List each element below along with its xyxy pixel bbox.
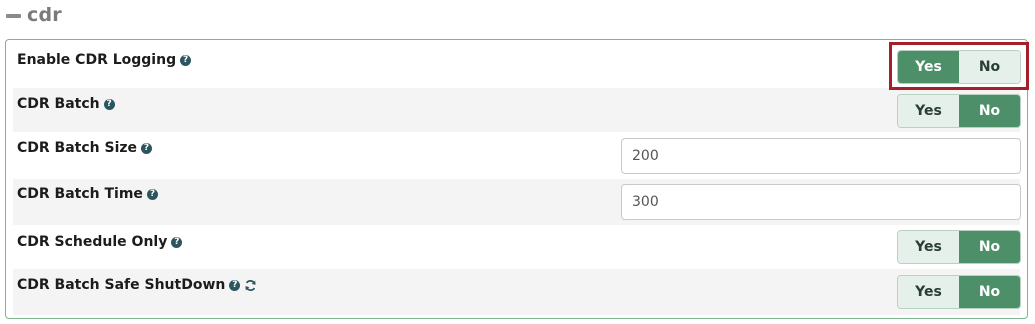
toggle-no-option[interactable]: No: [959, 95, 1020, 127]
toggle-yes-option[interactable]: Yes: [898, 276, 959, 308]
help-icon[interactable]: ?: [180, 54, 192, 66]
setting-row-enable-cdr-logging: Enable CDR Logging ? Yes No: [13, 40, 1021, 86]
help-icon[interactable]: ?: [229, 279, 241, 291]
setting-label-text: CDR Schedule Only: [17, 234, 168, 250]
setting-label-text: CDR Batch Safe ShutDown: [17, 277, 226, 293]
section-title: cdr: [27, 4, 62, 26]
setting-label: CDR Batch Safe ShutDown ?: [17, 277, 257, 293]
section-header[interactable]: cdr: [6, 0, 62, 30]
cdr-schedule-only-toggle[interactable]: Yes No: [897, 230, 1021, 264]
help-icon[interactable]: ?: [141, 142, 153, 154]
setting-label-text: CDR Batch Size: [17, 140, 138, 156]
help-icon[interactable]: ?: [146, 188, 158, 200]
enable-cdr-logging-toggle[interactable]: Yes No: [897, 50, 1021, 84]
cdr-batch-safe-shutdown-toggle[interactable]: Yes No: [897, 275, 1021, 309]
toggle-yes-option[interactable]: Yes: [898, 51, 959, 83]
setting-label-text: Enable CDR Logging: [17, 52, 177, 68]
setting-label-text: CDR Batch: [17, 96, 100, 112]
toggle-yes-option[interactable]: Yes: [898, 95, 959, 127]
help-icon[interactable]: ?: [103, 98, 115, 110]
toggle-no-option[interactable]: No: [959, 231, 1020, 263]
refresh-icon[interactable]: [244, 279, 257, 292]
setting-row-cdr-batch: CDR Batch ? Yes No: [13, 88, 1021, 132]
setting-row-cdr-batch-safe-shutdown: CDR Batch Safe ShutDown ? Yes No: [13, 269, 1021, 315]
setting-label: CDR Batch Size ?: [17, 140, 153, 156]
minus-icon[interactable]: [6, 13, 21, 18]
setting-label: Enable CDR Logging ?: [17, 52, 192, 68]
setting-label: CDR Batch Time ?: [17, 186, 158, 202]
toggle-no-option[interactable]: No: [959, 51, 1020, 83]
setting-label: CDR Batch ?: [17, 96, 115, 112]
setting-row-cdr-batch-time: CDR Batch Time ?: [13, 179, 1021, 225]
setting-row-cdr-schedule-only: CDR Schedule Only ? Yes No: [13, 226, 1021, 268]
cdr-settings-panel: Enable CDR Logging ? Yes No CDR Batch ? …: [5, 39, 1028, 319]
toggle-no-option[interactable]: No: [959, 276, 1020, 308]
cdr-batch-time-input[interactable]: [621, 184, 1021, 220]
cdr-batch-toggle[interactable]: Yes No: [897, 94, 1021, 128]
setting-label: CDR Schedule Only ?: [17, 234, 183, 250]
help-icon[interactable]: ?: [171, 236, 183, 248]
setting-label-text: CDR Batch Time: [17, 186, 143, 202]
cdr-batch-size-input[interactable]: [621, 138, 1021, 174]
setting-row-cdr-batch-size: CDR Batch Size ?: [13, 132, 1021, 178]
toggle-yes-option[interactable]: Yes: [898, 231, 959, 263]
